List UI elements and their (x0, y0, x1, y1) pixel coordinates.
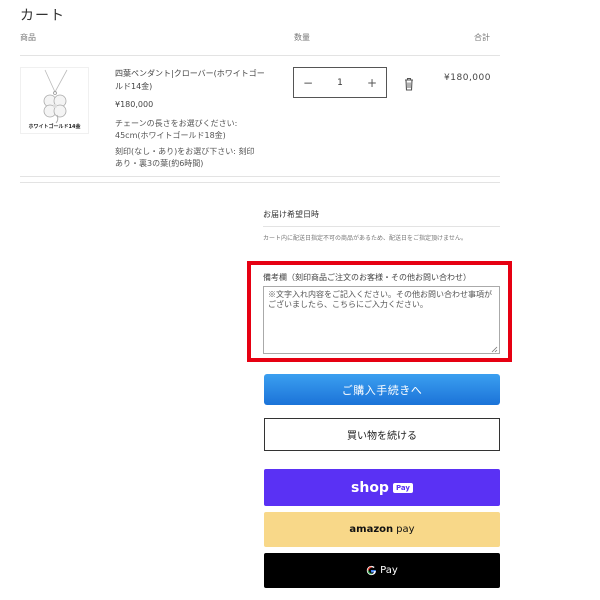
trash-icon[interactable] (403, 77, 415, 91)
product-name-link[interactable]: 四葉ペンダント|クローバー(ホワイトゴールド14金) (115, 67, 265, 93)
google-pay-button[interactable]: Pay (264, 553, 500, 588)
column-header-product: 商品 (20, 33, 36, 42)
section-divider (20, 182, 500, 183)
quantity-value[interactable]: 1 (326, 78, 354, 88)
shop-pay-logo-word: shop (351, 479, 389, 496)
page-title: カート (20, 8, 65, 24)
delivery-divider (263, 226, 500, 227)
shop-pay-logo-badge: Pay (392, 482, 413, 493)
product-option-chain-length: チェーンの長さをお選びください: 45cm(ホワイトゴールド18金) (115, 119, 238, 140)
amazon-pay-button[interactable]: amazon pay (264, 512, 500, 547)
quantity-decrease-button[interactable]: − (294, 76, 322, 90)
resize-grip-icon[interactable] (490, 345, 498, 353)
shop-pay-button[interactable]: shop Pay (264, 469, 500, 506)
quantity-stepper: − 1 + (293, 67, 387, 98)
column-header-quantity: 数量 (294, 33, 310, 42)
delivery-date-note: カート内に配送日指定不可の商品があるため、配送日をご指定頂けません。 (263, 235, 467, 242)
product-price: ¥180,000 (115, 100, 154, 109)
product-thumbnail[interactable]: ホワイトゴールド14金 (20, 67, 89, 134)
line-item-total: ¥180,000 (444, 73, 491, 83)
checkout-button-label: ご購入手続きへ (341, 383, 423, 397)
header-divider (20, 55, 500, 56)
memo-label: 備考欄（刻印商品ご注文のお客様・その他お問い合わせ） (263, 273, 471, 282)
continue-shopping-label: 買い物を続ける (347, 431, 417, 442)
google-g-icon (366, 565, 377, 576)
amazon-pay-logo-suffix: pay (396, 524, 415, 535)
delivery-date-label: お届け希望日時 (263, 210, 319, 219)
google-pay-label: Pay (380, 565, 398, 576)
continue-shopping-button[interactable]: 買い物を続ける (264, 418, 500, 451)
item-divider (20, 176, 500, 177)
product-option-engraving: 刻印(なし・あり)をお選び下さい: 刻印あり・裏3の葉(約6時間) (115, 147, 255, 168)
thumbnail-caption: ホワイトゴールド14金 (28, 124, 81, 130)
column-header-total: 合計 (474, 33, 490, 42)
memo-textarea[interactable]: ※文字入れ内容をご記入ください。その他お問い合わせ事項がございましたら、こちらに… (263, 286, 500, 354)
amazon-pay-logo-word: amazon (349, 524, 394, 535)
quantity-increase-button[interactable]: + (358, 76, 386, 90)
checkout-button[interactable]: ご購入手続きへ (264, 374, 500, 405)
